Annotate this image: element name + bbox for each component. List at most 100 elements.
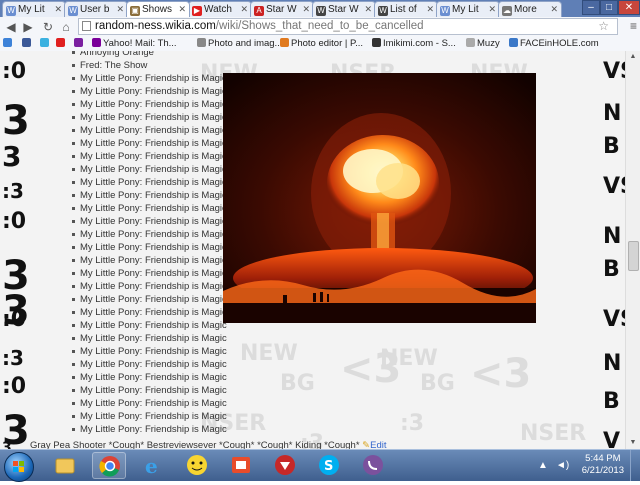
article-content: Annoying Orange Fred: The Show My Little P… [26, 51, 604, 449]
window-controls: – □ ✕ [582, 0, 640, 17]
scroll-down-arrow-icon[interactable]: ▼ [626, 437, 640, 449]
background-doodle: B [603, 134, 620, 159]
tab-close-icon[interactable]: ✕ [240, 2, 248, 17]
show-list: Annoying Orange Fred: The Show My Little P… [72, 51, 227, 436]
tab-close-icon[interactable]: ✕ [116, 2, 124, 17]
list-item: Annoying Orange [72, 51, 227, 59]
bookmark-label: Imikimi.com - S... [383, 38, 456, 49]
tray-arrow-icon[interactable]: ▲ [538, 460, 548, 471]
bookmark-item[interactable] [56, 37, 67, 50]
svg-text:e: e [145, 454, 158, 478]
tab-close-icon[interactable]: ✕ [302, 2, 310, 17]
page-scrollbar[interactable]: ▲ ▼ [625, 51, 640, 449]
bookmark-favicon-icon [372, 38, 381, 47]
list-item: My Little Pony: Friendship is Magic [72, 345, 227, 358]
back-button[interactable]: ◀ [3, 19, 19, 35]
bookmark-item[interactable]: Yahoo! Mail: Th... [92, 37, 177, 50]
tab-close-icon[interactable]: ✕ [54, 2, 62, 17]
bookmark-item[interactable] [22, 37, 33, 50]
tab-close-icon[interactable]: ✕ [426, 2, 434, 17]
list-item: My Little Pony: Friendship is Magic [72, 215, 227, 228]
system-tray: ▲ ◄) 5:44 PM 6/21/2013 [530, 450, 640, 481]
address-bar[interactable]: random-ness.wikia.com/wiki/Shows_that_ne… [78, 18, 618, 35]
background-doodle: B [603, 389, 620, 414]
edit-link[interactable]: Edit [370, 440, 386, 449]
bookmark-label: Yahoo! Mail: Th... [103, 38, 177, 49]
list-item: My Little Pony: Friendship is Magic [72, 267, 227, 280]
tab-label: Star W [266, 4, 297, 15]
skype-taskbar-icon[interactable]: S [312, 452, 346, 479]
forward-button[interactable]: ▶ [20, 19, 36, 35]
bookmark-item[interactable]: FACEinHOLE.com [509, 37, 599, 50]
bookmark-item[interactable]: Photo editor | P... [280, 37, 363, 50]
viber-taskbar-icon[interactable] [356, 452, 390, 479]
clock[interactable]: 5:44 PM 6/21/2013 [582, 453, 624, 477]
browser-tab[interactable]: ▣ Shows ✕ [126, 1, 190, 17]
nuclear-explosion-image [223, 73, 536, 323]
reload-button[interactable]: ↻ [40, 19, 56, 35]
browser-tab[interactable]: W My Lit ✕ [2, 1, 66, 17]
bookmark-star-icon[interactable]: ☆ [598, 19, 609, 34]
tab-close-icon[interactable]: ✕ [488, 2, 496, 17]
tab-label: User b [80, 4, 110, 15]
home-icon[interactable]: ⌂ [58, 19, 74, 35]
minimize-button[interactable]: – [582, 0, 600, 15]
tab-favicon-icon: W [378, 6, 388, 16]
bookmark-favicon-icon [466, 38, 475, 47]
browser-tab[interactable]: A Star W ✕ [250, 1, 314, 17]
background-doodle: N [603, 351, 622, 376]
browser-tab[interactable]: ▶ Watch ✕ [188, 1, 252, 17]
list-item: My Little Pony: Friendship is Magic [72, 397, 227, 410]
list-item: My Little Pony: Friendship is Magic [72, 384, 227, 397]
background-doodle: :0 [2, 209, 27, 234]
list-item: My Little Pony: Friendship is Magic [72, 124, 227, 137]
list-item: My Little Pony: Friendship is Magic [72, 202, 227, 215]
browser-tab[interactable]: W List of ✕ [374, 1, 438, 17]
volume-icon[interactable]: ◄) [556, 460, 569, 471]
start-button[interactable] [4, 452, 34, 482]
bookmark-item[interactable] [40, 37, 51, 50]
bookmark-favicon-icon [280, 38, 289, 47]
browser-tab[interactable]: W User b ✕ [64, 1, 128, 17]
svg-text:S: S [324, 459, 333, 474]
tab-close-icon[interactable]: ✕ [364, 2, 372, 17]
show-desktop-button[interactable] [630, 450, 640, 481]
tab-favicon-icon: A [254, 6, 264, 16]
tab-close-icon[interactable]: ✕ [550, 2, 558, 17]
list-item: My Little Pony: Friendship is Magic [72, 358, 227, 371]
tab-close-icon[interactable]: ✕ [178, 2, 186, 17]
tab-label: List of [390, 4, 417, 15]
bookmark-item[interactable] [74, 37, 85, 50]
media-center-taskbar-icon[interactable] [224, 452, 258, 479]
tab-label: My Lit [452, 4, 479, 15]
footer-line: Gray Pea Shooter *Cough* Bestreviewsever… [30, 440, 387, 449]
menu-icon[interactable]: ≡ [630, 19, 637, 33]
tab-favicon-icon: W [440, 6, 450, 16]
bookmark-favicon-icon [92, 38, 101, 47]
yahoo-messenger-taskbar-icon[interactable] [180, 452, 214, 479]
background-doodle: 3 [2, 440, 12, 449]
bookmark-item[interactable]: Imikimi.com - S... [372, 37, 456, 50]
chrome-taskbar-icon[interactable] [92, 452, 126, 479]
browser-tab[interactable]: W My Lit ✕ [436, 1, 500, 17]
explorer-taskbar-icon[interactable] [48, 452, 82, 479]
browser-tab[interactable]: W Star W ✕ [312, 1, 376, 17]
browser-tab[interactable]: ☁ More ✕ [498, 1, 562, 17]
bookmark-item[interactable]: Photo and imag... [197, 37, 282, 50]
list-item: My Little Pony: Friendship is Magic [72, 254, 227, 267]
background-doodle: V [603, 429, 621, 450]
bookmark-favicon-icon [197, 38, 206, 47]
list-item: My Little Pony: Friendship is Magic [72, 72, 227, 85]
page-viewport: NEWNSERNEWNEWBG<3NEWBG<3:3NSER:3NSER Ann… [0, 51, 640, 449]
internet-explorer-taskbar-icon[interactable]: e [136, 452, 170, 479]
list-item: My Little Pony: Friendship is Magic [72, 150, 227, 163]
bookmark-item[interactable]: Muzy [466, 37, 500, 50]
scroll-up-arrow-icon[interactable]: ▲ [626, 51, 640, 63]
bookmark-item[interactable] [3, 37, 14, 50]
close-window-button[interactable]: ✕ [618, 0, 640, 15]
download-taskbar-icon[interactable] [268, 452, 302, 479]
page-icon [82, 21, 91, 31]
maximize-button[interactable]: □ [600, 0, 618, 15]
scroll-thumb[interactable] [628, 241, 639, 271]
windows-taskbar: e S ▲ ◄) 5:44 PM 6/21/2013 [0, 449, 640, 482]
